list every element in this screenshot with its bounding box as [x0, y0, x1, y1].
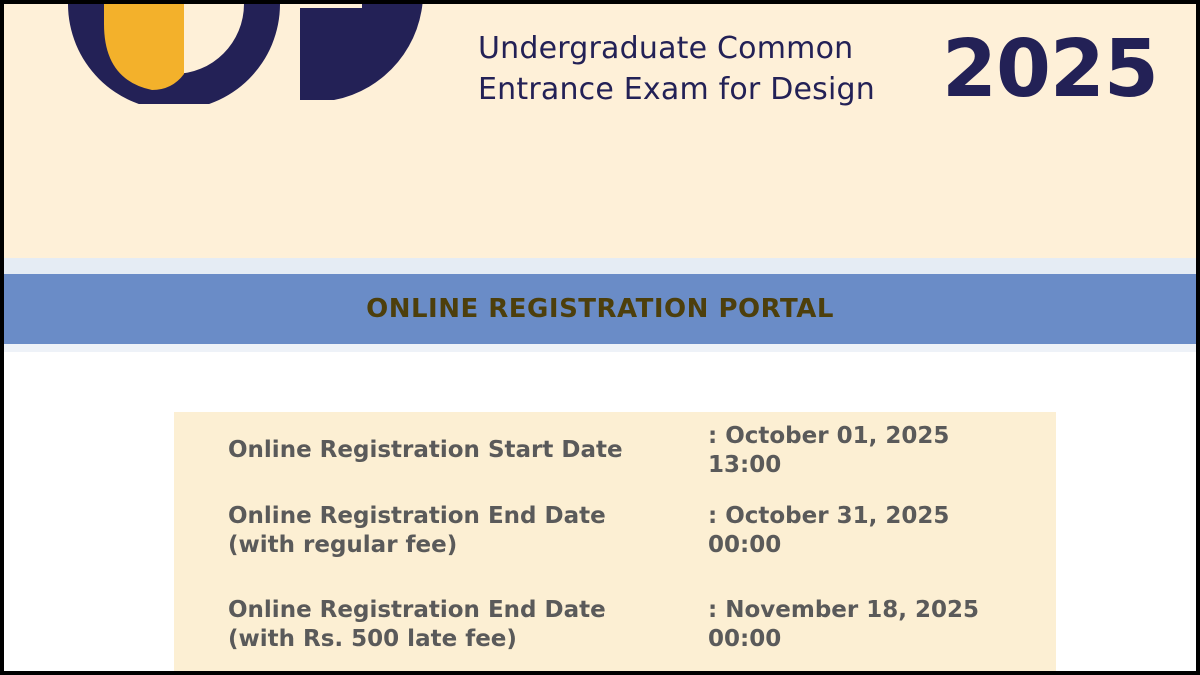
divider-strip	[4, 258, 1196, 274]
divider-strip-bottom	[4, 344, 1196, 352]
date-value: : November 18, 2025 00:00	[708, 597, 979, 652]
date-label: Online Registration End Date (with Rs. 5…	[228, 597, 606, 652]
exam-title-line-1: Undergraduate Common	[478, 31, 854, 66]
portal-banner: ONLINE REGISTRATION PORTAL	[4, 274, 1196, 344]
exam-title-line-2: Entrance Exam for Design	[478, 72, 875, 107]
date-value: : October 01, 2025 13:00	[708, 423, 950, 478]
site-header: Undergraduate Common Entrance Exam for D…	[4, 4, 1196, 258]
exam-year: 2025	[942, 23, 1159, 115]
uceed-logo-icon	[68, 4, 423, 104]
date-label: Online Registration End Date (with regul…	[228, 503, 606, 558]
date-label: Online Registration Start Date	[228, 437, 623, 463]
important-dates-panel: Online Registration Start Date : October…	[174, 412, 1056, 671]
exam-title: Undergraduate Common Entrance Exam for D…	[478, 28, 875, 110]
date-value: : October 31, 2025 00:00	[708, 503, 950, 558]
page-frame: Undergraduate Common Entrance Exam for D…	[4, 4, 1196, 671]
portal-title: ONLINE REGISTRATION PORTAL	[366, 294, 834, 324]
